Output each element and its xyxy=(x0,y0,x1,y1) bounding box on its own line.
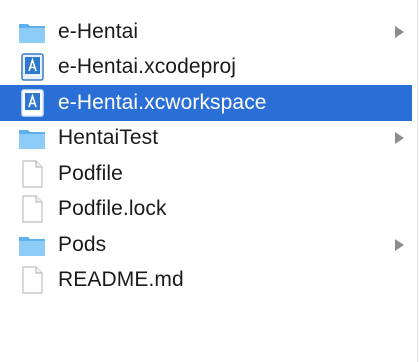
item-label: Podfile xyxy=(58,161,123,185)
folder-icon xyxy=(19,23,45,43)
file-list: e-Hentai e-Hentai.xcodeproj e-Hentai.xcw… xyxy=(0,14,412,298)
item-label: Pods xyxy=(58,232,107,256)
chevron-right-icon[interactable] xyxy=(395,238,404,251)
folder-icon xyxy=(19,236,45,256)
list-item-pods[interactable]: Pods xyxy=(0,227,412,263)
list-item-xcworkspace[interactable]: e-Hentai.xcworkspace xyxy=(0,85,412,121)
list-item-podfile[interactable]: Podfile xyxy=(0,156,412,192)
list-item-readme[interactable]: README.md xyxy=(0,263,412,299)
chevron-right-icon[interactable] xyxy=(395,132,404,145)
item-label: Podfile.lock xyxy=(58,197,167,221)
document-icon xyxy=(22,160,43,188)
item-label: README.md xyxy=(58,268,184,292)
finder-column: e-Hentai e-Hentai.xcodeproj e-Hentai.xcw… xyxy=(0,0,418,362)
item-label: HentaiTest xyxy=(58,126,159,150)
document-icon xyxy=(22,195,43,223)
item-label: e-Hentai xyxy=(58,19,139,43)
list-item-hentaitest[interactable]: HentaiTest xyxy=(0,121,412,157)
item-label: e-Hentai.xcodeproj xyxy=(58,55,237,79)
xcode-project-icon xyxy=(21,53,44,81)
folder-icon xyxy=(19,130,45,150)
item-label: e-Hentai.xcworkspace xyxy=(58,90,267,114)
document-icon xyxy=(22,266,43,294)
xcode-workspace-icon xyxy=(21,89,44,117)
list-item-xcodeproj[interactable]: e-Hentai.xcodeproj xyxy=(0,50,412,86)
chevron-right-icon[interactable] xyxy=(395,25,404,38)
list-item-e-hentai[interactable]: e-Hentai xyxy=(0,14,412,50)
list-item-podfile-lock[interactable]: Podfile.lock xyxy=(0,192,412,228)
